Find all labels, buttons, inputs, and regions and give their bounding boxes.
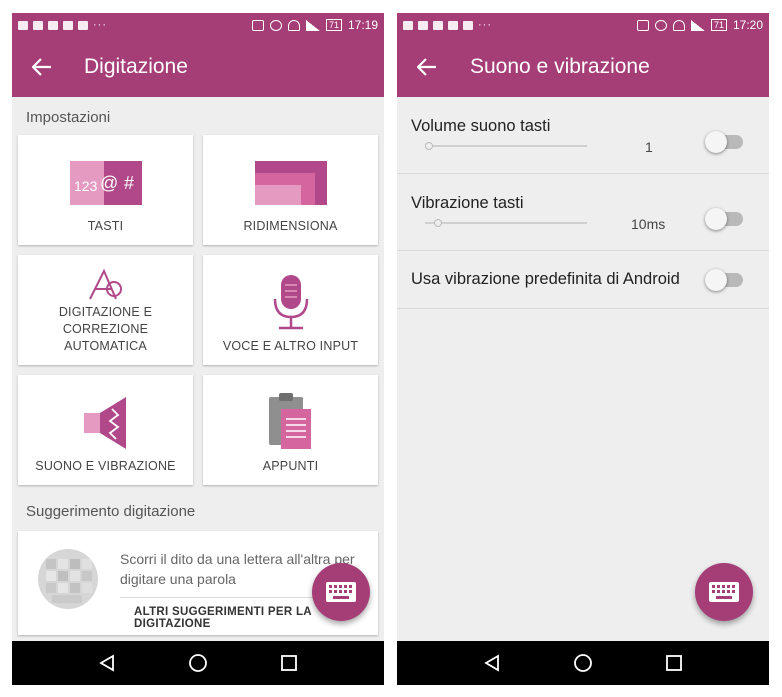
tile-voice-input[interactable]: VOCE E ALTRO INPUT <box>203 255 378 365</box>
speaker-icon <box>82 395 130 456</box>
tile-sound-vibration[interactable]: SUONO E VIBRAZIONE <box>18 375 193 485</box>
wifi-icon <box>672 19 685 31</box>
setting-row-default-vibration: Usa vibrazione predefinita di Android <box>397 251 769 309</box>
notification-icons: ··· <box>403 19 492 31</box>
setting-row-key-vibration: Vibrazione tasti 10ms <box>397 174 769 251</box>
resize-icon <box>254 159 327 212</box>
nav-back-button[interactable] <box>472 648 512 678</box>
notification-icons: ··· <box>18 19 107 31</box>
keyboard-icon <box>709 582 739 602</box>
notification-icon <box>418 20 428 30</box>
signal-icon <box>690 19 705 31</box>
more-notifications-icon: ··· <box>478 19 492 31</box>
navigation-bar <box>397 641 769 685</box>
vibration-slider[interactable] <box>425 219 587 227</box>
cloud-icon <box>448 20 458 30</box>
toggle-key-vibration[interactable] <box>705 208 743 230</box>
navigation-bar <box>12 641 384 685</box>
bag-icon <box>463 20 473 30</box>
recents-square-icon <box>665 655 682 671</box>
slider-knob[interactable] <box>425 142 433 150</box>
keyboard-fab[interactable] <box>695 563 753 621</box>
tile-label: VOCE E ALTRO INPUT <box>222 339 359 353</box>
nav-recents-button[interactable] <box>269 648 309 678</box>
nav-back-button[interactable] <box>87 648 127 678</box>
slider-knob[interactable] <box>434 219 443 227</box>
app-bar: Suono e vibrazione <box>397 37 769 97</box>
app-bar: Digitazione <box>12 37 384 97</box>
toggle-key-sound[interactable] <box>705 131 743 153</box>
vibrate-icon <box>251 19 264 31</box>
microphone-icon <box>271 273 311 336</box>
setting-label: Volume suono tasti <box>411 117 551 135</box>
tile-resize[interactable]: RIDIMENSIONA <box>203 135 378 245</box>
status-bar: ··· 71 17:19 <box>12 13 384 37</box>
back-triangle-icon <box>484 654 500 672</box>
section-header-settings: Impostazioni <box>26 109 111 126</box>
nav-recents-button[interactable] <box>654 648 694 678</box>
section-header-typing-tips: Suggerimento digitazione <box>26 503 196 520</box>
vibrate-icon <box>636 19 649 31</box>
tile-label: TASTI <box>87 219 124 233</box>
keyboard-fab[interactable] <box>312 563 370 621</box>
more-notifications-icon: ··· <box>93 19 107 31</box>
volume-slider[interactable] <box>425 142 587 150</box>
keys-icon: 123 @ # <box>69 159 142 212</box>
page-title: Digitazione <box>84 55 188 78</box>
setting-value: 10ms <box>631 216 666 232</box>
back-triangle-icon <box>99 654 115 672</box>
back-button[interactable] <box>12 58 72 76</box>
svg-text:@: @ <box>100 173 118 193</box>
setting-label: Vibrazione tasti <box>411 194 524 212</box>
wifi-icon <box>287 19 300 31</box>
battery-icon: 71 <box>710 19 727 31</box>
alarm-icon <box>269 19 282 31</box>
setting-row-key-sound-volume: Volume suono tasti 1 <box>397 97 769 174</box>
tile-autocorrect[interactable]: DIGITAZIONE E CORREZIONE AUTOMATICA <box>18 255 193 365</box>
tile-label: DIGITAZIONE E CORREZIONE AUTOMATICA <box>58 305 153 353</box>
nav-home-button[interactable] <box>563 648 603 678</box>
tile-clipboard[interactable]: APPUNTI <box>203 375 378 485</box>
back-button[interactable] <box>397 58 457 76</box>
nav-home-button[interactable] <box>178 648 218 678</box>
toggle-default-vibration[interactable] <box>705 269 743 291</box>
status-bar: ··· 71 17:20 <box>397 13 769 37</box>
svg-text:123: 123 <box>74 178 98 194</box>
bag-icon <box>63 20 73 30</box>
clock: 17:20 <box>732 18 763 32</box>
clipboard-icon <box>267 391 315 456</box>
setting-value: 1 <box>645 139 653 155</box>
gmail-icon <box>403 20 413 30</box>
keyboard-icon <box>326 582 356 602</box>
home-circle-icon <box>189 654 207 672</box>
svg-text:#: # <box>124 173 134 193</box>
screen-sound-vibration: ··· 71 17:20 Suono e vibrazione Volume s… <box>397 13 769 685</box>
battery-icon: 71 <box>325 19 342 31</box>
bag-icon <box>433 20 443 30</box>
alarm-icon <box>654 19 667 31</box>
arrow-left-icon <box>417 58 436 76</box>
arrow-left-icon <box>32 58 51 76</box>
notification-icon <box>18 20 28 30</box>
tile-label: APPUNTI <box>262 459 319 473</box>
signal-icon <box>305 19 320 31</box>
cloud-icon <box>48 20 58 30</box>
bag-icon <box>78 20 88 30</box>
setting-label: Usa vibrazione predefinita di Android <box>411 270 680 288</box>
tile-label: SUONO E VIBRAZIONE <box>35 459 176 473</box>
clock: 17:19 <box>347 18 378 32</box>
autocorrect-icon <box>86 267 126 306</box>
tip-illustration-icon <box>38 549 98 609</box>
recents-square-icon <box>280 655 297 671</box>
home-circle-icon <box>574 654 592 672</box>
page-title: Suono e vibrazione <box>470 55 650 78</box>
screen-typing-settings: ··· 71 17:19 Digitazione Impostazioni 12… <box>12 13 384 685</box>
tile-label: RIDIMENSIONA <box>243 219 338 233</box>
gmail-icon <box>33 20 43 30</box>
tile-keys[interactable]: 123 @ # TASTI <box>18 135 193 245</box>
